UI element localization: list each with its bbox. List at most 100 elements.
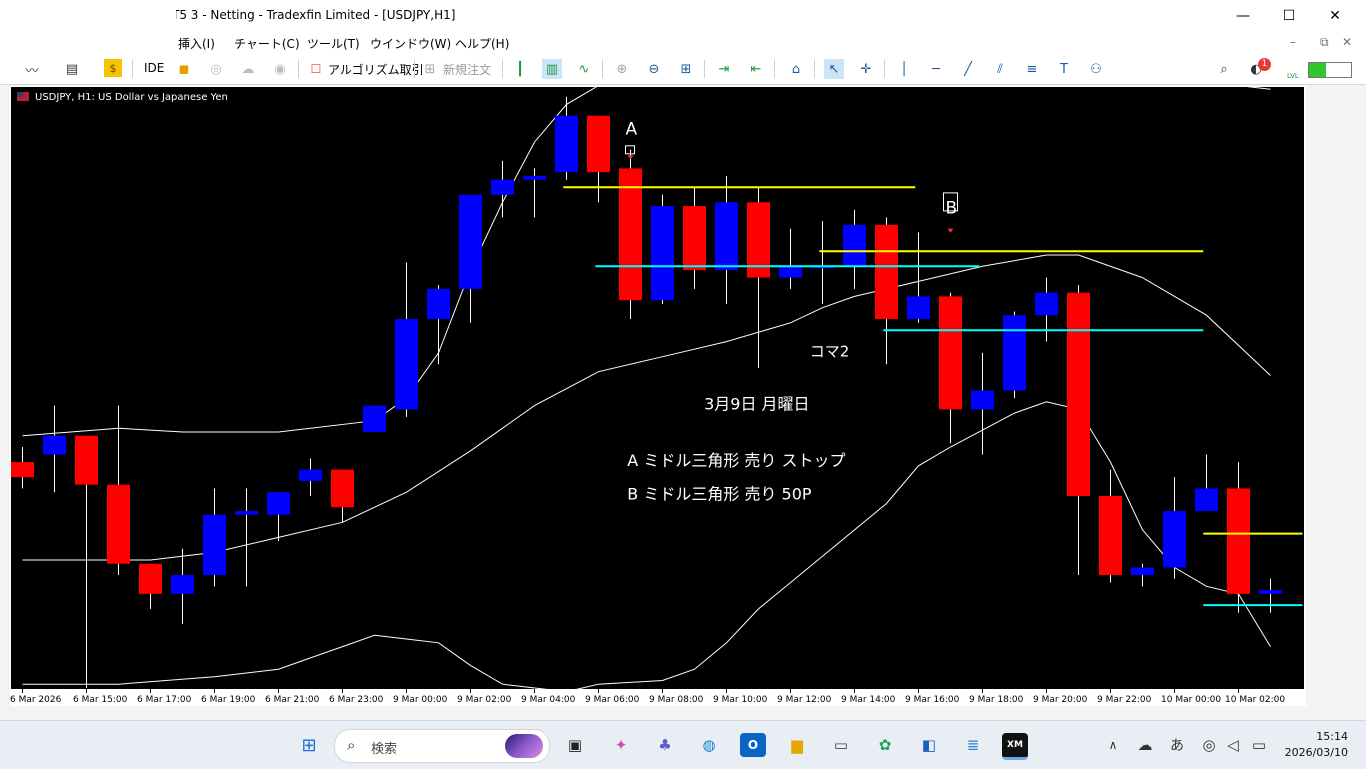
vps-icon[interactable]: ◉ <box>270 59 290 79</box>
search-icon[interactable]: ⌕ <box>1214 59 1234 79</box>
toolbar: 〰 ▤ $ IDE ◼ ◎ ☁ ◉ ☐ アルゴリズム取引 ⊞ 新規注文 ┃ ▥ … <box>0 54 1366 85</box>
chart-shift-icon[interactable]: ⇤ <box>746 59 766 79</box>
horizontal-line-icon[interactable]: ─ <box>926 59 946 79</box>
chart-annotation: A <box>626 120 638 140</box>
candlestick-icon[interactable]: ▥ <box>542 59 562 79</box>
x-tick-label: 9 Mar 08:00 <box>649 695 704 705</box>
xm-mt5-icon[interactable]: XM <box>1002 733 1028 760</box>
menu-chart[interactable]: チャート(C) <box>234 35 300 52</box>
candle-body <box>299 469 322 481</box>
symbol-label: USDJPY, H1: US Dollar vs Japanese Yen <box>35 92 228 103</box>
screenshot-icon[interactable]: ⌂ <box>786 59 806 79</box>
cloud-icon[interactable]: ☁ <box>238 59 258 79</box>
autoscroll-icon[interactable]: ⇥ <box>714 59 734 79</box>
menu-insert[interactable]: 挿入(I) <box>178 35 215 52</box>
text-tool-icon[interactable]: T <box>1054 59 1074 79</box>
x-tick-label: 6 Mar 17:00 <box>137 695 192 705</box>
candle-body <box>395 319 418 410</box>
volume-icon[interactable]: ◁ <box>1220 733 1246 757</box>
line-chart-icon[interactable]: 〰 <box>22 59 42 79</box>
market-icon[interactable]: $ <box>104 59 122 77</box>
title-bar: T5 3 - Netting - Tradexfin Limited - [US… <box>0 0 1366 32</box>
search-placeholder: 検索 <box>371 742 398 757</box>
taskbar-search[interactable]: ⌕ 検索 <box>334 729 550 763</box>
x-tick-label: 9 Mar 16:00 <box>905 695 960 705</box>
candle-body <box>43 435 66 455</box>
menu-help[interactable]: ヘルプ(H) <box>455 35 509 52</box>
cover-panel <box>8 0 176 56</box>
candle-body <box>523 175 546 180</box>
maximize-button[interactable]: ☐ <box>1266 0 1312 32</box>
notepad-icon[interactable]: ≣ <box>960 733 986 757</box>
candle-body <box>939 296 962 410</box>
new-order-icon: ⊞ <box>424 61 436 77</box>
edge-icon[interactable]: ◍ <box>696 733 722 757</box>
task-view-icon[interactable]: ▣ <box>562 733 588 757</box>
window-title: T5 3 - Netting - Tradexfin Limited - [US… <box>172 8 456 22</box>
indicators-icon[interactable]: ▤ <box>62 59 82 79</box>
candle-body <box>235 511 258 515</box>
candle-body <box>1131 567 1154 576</box>
signal-icon[interactable]: ◎ <box>206 59 226 79</box>
vertical-line-icon[interactable]: │ <box>894 59 914 79</box>
candle-body <box>171 575 194 594</box>
paint-icon[interactable]: ✿ <box>872 733 898 757</box>
minimize-button[interactable]: — <box>1220 0 1266 32</box>
cloud-sync-icon[interactable]: ☁ <box>1132 733 1158 757</box>
crosshair-icon[interactable]: ✛ <box>856 59 876 79</box>
outlook-icon[interactable]: O <box>740 733 766 757</box>
level-label: LVL <box>1287 72 1299 80</box>
chart-annotation: A ミドル三角形 売り ストップ <box>627 451 845 470</box>
candle-body <box>683 206 706 271</box>
candle-body <box>1003 315 1026 391</box>
grid-icon[interactable]: ⊞ <box>676 59 696 79</box>
fibonacci-icon[interactable]: ≡ <box>1022 59 1042 79</box>
level-bar <box>1308 62 1352 78</box>
new-order-button[interactable]: 新規注文 <box>443 61 491 78</box>
candle-body <box>459 194 482 289</box>
teams-icon[interactable]: ♣ <box>652 733 678 757</box>
battery-icon[interactable]: ▭ <box>1246 733 1272 757</box>
price-chart[interactable]: A B コマ2 3月9日 月曜日 A ミドル三角形 売り ストップ B ミドル三角形 売り… <box>10 86 1306 706</box>
candle-body <box>1035 292 1058 316</box>
zoom-out-icon[interactable]: ⊖ <box>644 59 664 79</box>
taskbar: ⊞ ⌕ 検索 ▣ ✦ ♣ ◍ O ▆ ▭ ✿ ◧ ≣ XM ∧ ☁ あ ◎ ◁ … <box>0 720 1366 769</box>
algo-trading-button[interactable]: アルゴリズム取引 <box>328 61 424 78</box>
x-tick-label: 10 Mar 02:00 <box>1225 695 1285 705</box>
x-tick-label: 9 Mar 04:00 <box>521 695 576 705</box>
candle-body <box>907 296 930 320</box>
ide-button[interactable]: IDE <box>144 61 164 75</box>
menu-window[interactable]: ウインドウ(W) <box>370 35 451 52</box>
briefcase-icon[interactable]: ◼ <box>174 59 194 79</box>
clock[interactable]: 15:14 2026/03/10 <box>1285 729 1348 761</box>
bar-chart-icon[interactable]: ┃ <box>510 59 530 79</box>
channel-icon[interactable]: ⫽ <box>990 59 1010 79</box>
windows-start-icon[interactable]: ⊞ <box>296 733 322 757</box>
child-minimize-icon[interactable]: – <box>1290 35 1296 49</box>
line-icon[interactable]: ∿ <box>574 59 594 79</box>
trendline-icon[interactable]: ╱ <box>958 59 978 79</box>
chart-annotation: B <box>946 199 958 219</box>
child-restore-icon[interactable]: ⧉ <box>1320 35 1329 50</box>
computer-icon[interactable]: ▭ <box>828 733 854 757</box>
network-icon[interactable]: ◎ <box>1196 733 1222 757</box>
menu-tools[interactable]: ツール(T) <box>307 35 360 52</box>
chart-window[interactable]: A B コマ2 3月9日 月曜日 A ミドル三角形 売り ストップ B ミドル三角形 売り… <box>10 86 1306 706</box>
x-tick-label: 6 Mar 23:00 <box>329 695 384 705</box>
candle-body <box>1195 488 1218 512</box>
x-tick-label: 9 Mar 02:00 <box>457 695 512 705</box>
shapes-icon[interactable]: ⚇ <box>1086 59 1106 79</box>
cursor-icon[interactable]: ↖ <box>824 59 844 79</box>
candle-body <box>1163 511 1186 568</box>
x-tick-label: 6 Mar 21:00 <box>265 695 320 705</box>
copilot-icon[interactable]: ✦ <box>608 733 634 757</box>
zoom-in-icon[interactable]: ⊕ <box>612 59 632 79</box>
candle-body <box>651 206 674 301</box>
ime-indicator[interactable]: あ <box>1164 733 1190 757</box>
close-button[interactable]: ✕ <box>1312 0 1358 32</box>
candle-body <box>107 484 130 564</box>
child-close-icon[interactable]: ✕ <box>1342 35 1352 49</box>
store-icon[interactable]: ◧ <box>916 733 942 757</box>
tray-chevron-icon[interactable]: ∧ <box>1100 733 1126 757</box>
file-explorer-icon[interactable]: ▆ <box>784 733 810 757</box>
